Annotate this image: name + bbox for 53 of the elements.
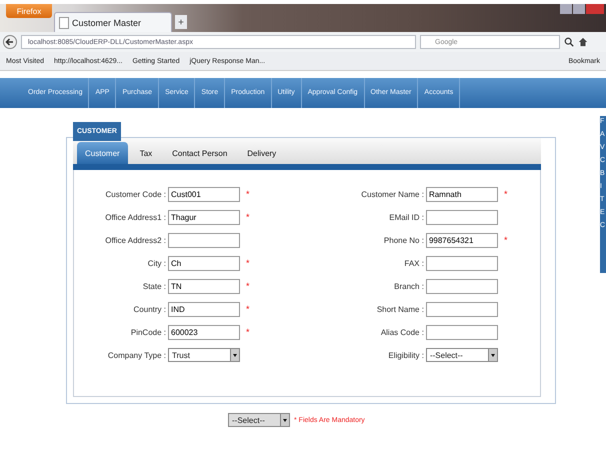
- required-mark: *: [245, 189, 250, 199]
- field-label: Customer Code :: [104, 190, 167, 198]
- field-label: Phone No :: [382, 236, 425, 244]
- field-label: Office Address2 :: [104, 236, 167, 244]
- required-mark: *: [245, 258, 250, 268]
- required-mark: *: [245, 212, 250, 222]
- required-mark: *: [245, 281, 250, 291]
- required-mark: *: [245, 327, 250, 337]
- field-label: State :: [142, 282, 167, 290]
- tab-title: Customer Master: [72, 18, 142, 28]
- input-field[interactable]: [426, 302, 498, 316]
- field-label: Customer Name :: [360, 190, 425, 198]
- field-label: Short Name :: [376, 304, 425, 314]
- dropdown[interactable]: --Select--: [228, 413, 290, 427]
- input-field[interactable]: 9987654321: [426, 232, 498, 248]
- search-icon[interactable]: [564, 37, 574, 47]
- input-field[interactable]: [426, 256, 498, 270]
- field-label: Branch :: [393, 282, 425, 290]
- input-field[interactable]: Ch: [168, 256, 240, 270]
- input-field[interactable]: 600023: [168, 324, 240, 340]
- input-field[interactable]: IND: [168, 302, 240, 316]
- input-field[interactable]: [426, 278, 498, 294]
- dropdown[interactable]: --Select--: [426, 348, 498, 362]
- input-field[interactable]: Thagur: [168, 210, 240, 224]
- input-field[interactable]: Cust001: [168, 186, 240, 202]
- field-label: EMail ID :: [388, 212, 425, 222]
- field-label: Company Type :: [106, 350, 167, 360]
- window-controls[interactable]: [560, 4, 604, 14]
- input-field[interactable]: [168, 232, 240, 248]
- back-icon[interactable]: [3, 35, 17, 49]
- field-label: Office Address1 :: [104, 212, 167, 222]
- field-label: Eligibility :: [387, 350, 425, 360]
- required-mark: *: [245, 304, 250, 314]
- browser-tab[interactable]: Customer Master: [54, 12, 172, 32]
- field-label: Country :: [132, 304, 167, 314]
- page-icon: [59, 16, 69, 28]
- home-icon[interactable]: [578, 37, 588, 47]
- input-field[interactable]: Ramnath: [426, 186, 498, 202]
- field-label: FAX :: [403, 258, 425, 268]
- field-label: City :: [146, 258, 167, 268]
- tab[interactable]: Tax: [132, 142, 160, 164]
- field-label: PinCode :: [130, 328, 167, 336]
- required-mark: *: [502, 235, 508, 245]
- tab[interactable]: Customer: [77, 142, 128, 164]
- tab[interactable]: Delivery: [239, 142, 284, 164]
- dropdown[interactable]: Trust: [168, 348, 240, 362]
- input-field[interactable]: [426, 324, 498, 340]
- tab[interactable]: Contact Person: [164, 142, 236, 164]
- input-field[interactable]: TN: [168, 278, 240, 294]
- new-tab-icon[interactable]: [175, 15, 187, 29]
- field-label: Alias Code :: [380, 328, 425, 336]
- input-field[interactable]: [426, 210, 498, 224]
- required-mark: *: [502, 189, 508, 199]
